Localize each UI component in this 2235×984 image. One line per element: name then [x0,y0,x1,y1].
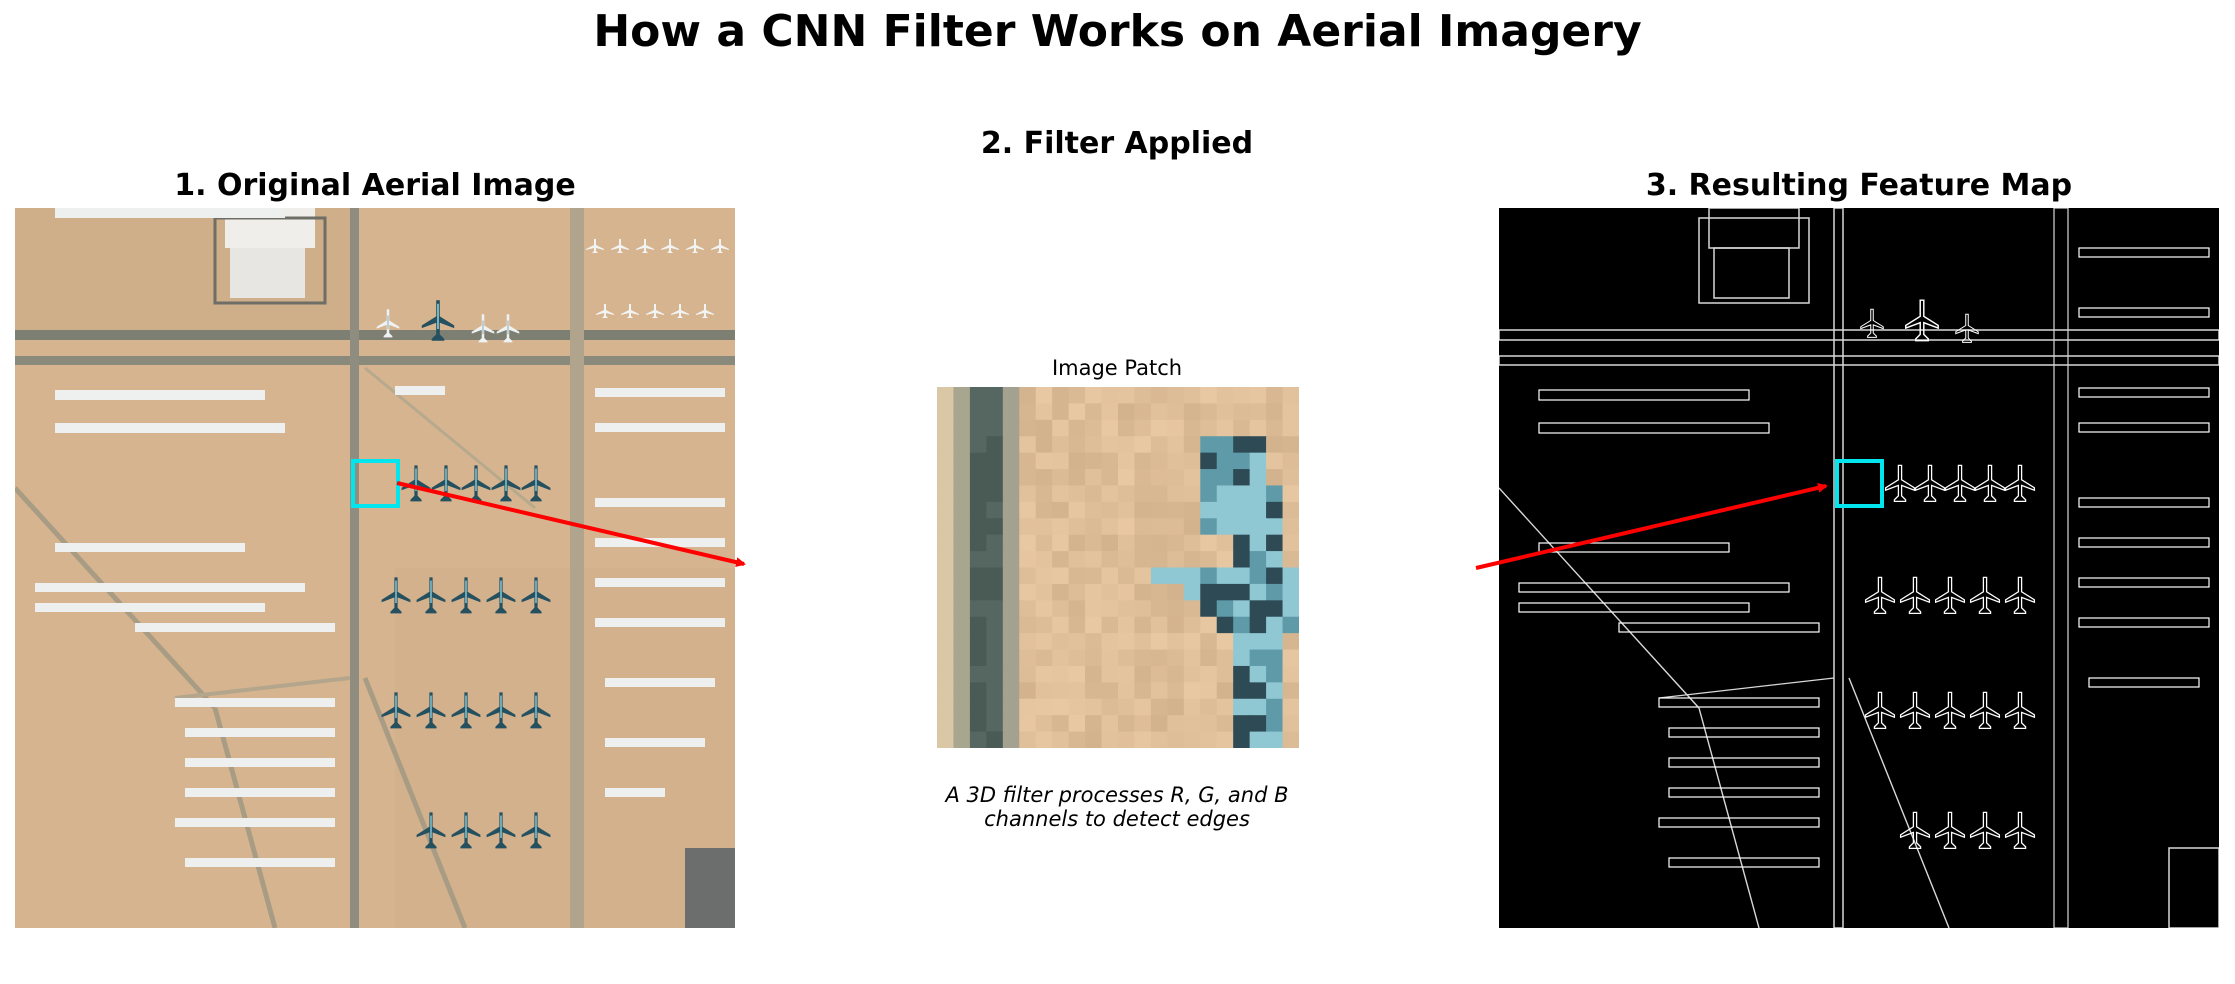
arrow-to-feature-map-icon [1475,482,1828,570]
arrow-to-patch-icon [396,481,746,568]
arrows-overlay [396,481,1828,570]
